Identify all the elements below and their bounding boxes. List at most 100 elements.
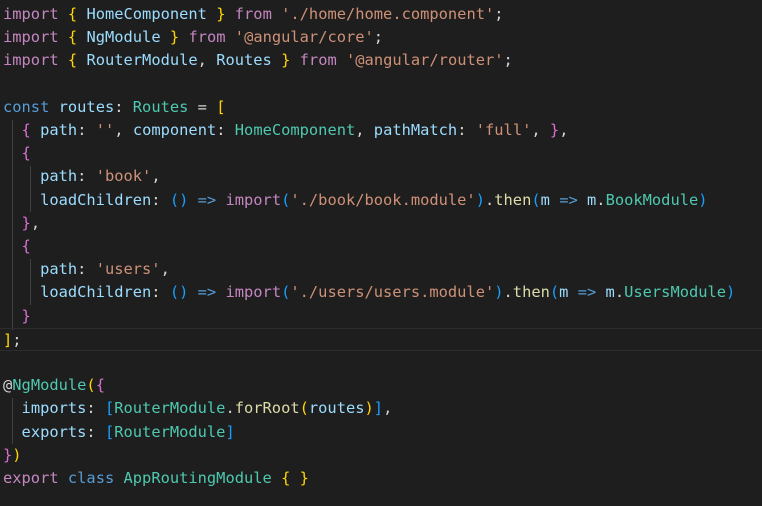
code-token: , — [531, 121, 550, 139]
code-token: { — [67, 51, 78, 70]
code-line[interactable]: export class AppRoutingModule { } — [0, 467, 309, 490]
code-token: : — [86, 399, 105, 418]
code-token: class — [67, 469, 115, 487]
code-line[interactable]: } — [0, 305, 31, 328]
code-token: } — [281, 51, 291, 70]
code-token: from — [299, 51, 337, 70]
code-token: HomeComponent — [86, 5, 207, 23]
code-token: : — [216, 121, 235, 139]
code-line[interactable]: path: 'users', — [0, 258, 170, 281]
code-token: } — [299, 469, 309, 487]
code-token: : — [151, 190, 170, 209]
code-token: ) — [494, 283, 504, 302]
code-line[interactable]: @NgModule({ — [0, 374, 105, 397]
code-token: RouterModule — [86, 51, 198, 70]
code-token: import — [3, 51, 59, 70]
code-line[interactable]: loadChildren: () => import('./book/book.… — [0, 189, 707, 212]
code-token: { — [21, 237, 31, 255]
code-token: from — [234, 5, 272, 23]
code-token: { — [21, 121, 31, 139]
code-token: : — [77, 260, 96, 279]
code-token: NgModule — [12, 376, 87, 395]
code-token: import — [3, 5, 59, 23]
code-line[interactable]: import { NgModule } from '@angular/core'… — [0, 26, 383, 49]
code-token: m — [605, 283, 615, 302]
code-token: () — [169, 190, 189, 209]
code-token: BookModule — [605, 190, 699, 209]
code-token: } — [549, 121, 560, 139]
code-token: ( — [531, 190, 541, 209]
code-line[interactable]: exports: [RouterModule] — [0, 421, 235, 444]
code-token: m — [587, 190, 597, 209]
code-token: , — [114, 121, 133, 139]
code-token: from — [188, 28, 226, 47]
code-token: ) — [364, 399, 374, 418]
code-token: pathMatch — [373, 121, 458, 139]
code-token: path — [40, 167, 78, 186]
code-editor[interactable]: import { HomeComponent } from './home/ho… — [0, 0, 762, 506]
code-line[interactable]: import { RouterModule, Routes } from '@a… — [0, 49, 513, 72]
code-line[interactable]: loadChildren: () => import('./users/user… — [0, 281, 735, 304]
code-token: } — [3, 445, 13, 464]
code-token: } — [169, 28, 180, 47]
code-token: ; — [503, 51, 513, 70]
code-token: component — [132, 121, 217, 139]
code-line[interactable]: }, — [0, 212, 41, 235]
code-line[interactable]: const routes: Routes = [ — [0, 96, 225, 119]
code-token: { — [21, 144, 31, 163]
code-token: ( — [86, 376, 96, 395]
code-token: 'users' — [95, 260, 161, 279]
code-line[interactable]: import { HomeComponent } from './home/ho… — [0, 3, 504, 26]
code-token: () — [169, 283, 189, 302]
code-token: , — [383, 399, 393, 418]
code-token: = — [188, 97, 217, 116]
code-token: { — [67, 5, 78, 23]
code-token: loadChildren — [40, 190, 152, 209]
code-token: m — [540, 190, 550, 209]
code-token: loadChildren — [40, 283, 152, 302]
code-token: Routes — [132, 97, 189, 116]
code-line[interactable]: ]; — [0, 327, 762, 351]
code-token: import — [225, 190, 282, 209]
code-token: const — [3, 97, 50, 116]
code-token: ) — [475, 190, 485, 209]
code-line[interactable]: path: 'book', — [0, 165, 161, 188]
code-line[interactable]: { path: '', component: HomeComponent, pa… — [0, 119, 569, 142]
code-token: '@angular/core' — [234, 28, 374, 47]
code-token: { — [95, 376, 105, 395]
code-line[interactable]: { — [0, 235, 31, 258]
code-token: 'full' — [475, 121, 532, 139]
code-token: path — [40, 121, 78, 139]
code-line[interactable] — [0, 73, 3, 96]
code-line[interactable]: imports: [RouterModule.forRoot(routes)], — [0, 397, 393, 420]
code-line[interactable] — [0, 351, 3, 374]
code-token: ( — [281, 283, 291, 302]
code-line[interactable]: }) — [0, 444, 22, 467]
code-token: , — [559, 121, 569, 139]
code-token: ( — [299, 399, 309, 418]
code-token: } — [21, 213, 31, 232]
code-token: => — [197, 283, 217, 302]
code-token: ] — [225, 422, 235, 441]
code-token: ) — [726, 283, 736, 302]
code-line[interactable]: { — [0, 142, 31, 165]
code-token: RouterModule — [114, 422, 226, 441]
code-token: , — [355, 121, 374, 139]
